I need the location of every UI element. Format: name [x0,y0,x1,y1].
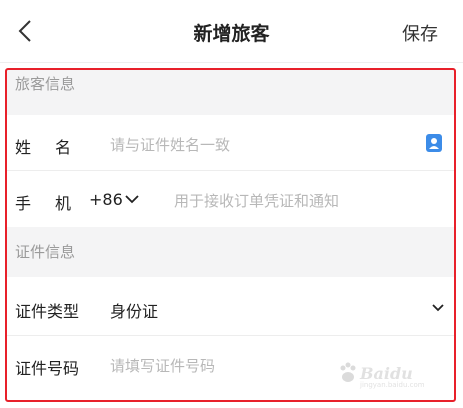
nav-bar: 新增旅客 保存 [0,0,463,63]
id-info-header: 证件信息 [7,227,456,277]
phone-label: 手 机 [15,194,76,213]
back-button[interactable] [12,17,40,45]
traveler-info-header: 旅客信息 [7,70,456,115]
id-type-value[interactable]: 身份证 [110,298,158,322]
country-code-select[interactable]: +86 [89,190,123,209]
chevron-down-icon[interactable] [124,191,140,207]
id-number-label: 证件号码 [15,359,80,378]
name-input[interactable]: 请与证件姓名一致 [110,134,230,155]
id-number-row[interactable]: 证件号码 请填写证件号码 [7,336,456,392]
page-title: 新增旅客 [193,23,270,45]
chevron-left-icon [18,20,31,42]
id-type-row[interactable]: 证件类型 身份证 [7,279,456,335]
id-number-input[interactable]: 请填写证件号码 [110,355,215,376]
chevron-down-icon[interactable] [432,301,444,313]
contact-card-icon[interactable] [426,134,442,152]
name-label: 姓 名 [15,138,76,157]
id-info-title: 证件信息 [15,243,76,261]
phone-row[interactable]: 手 机 +86 用于接收订单凭证和通知 [7,171,456,227]
traveler-info-title: 旅客信息 [15,75,76,93]
save-button[interactable]: 保存 [402,20,438,46]
phone-input[interactable]: 用于接收订单凭证和通知 [174,190,339,211]
id-type-label: 证件类型 [15,302,80,321]
name-row[interactable]: 姓 名 请与证件姓名一致 [7,115,456,171]
